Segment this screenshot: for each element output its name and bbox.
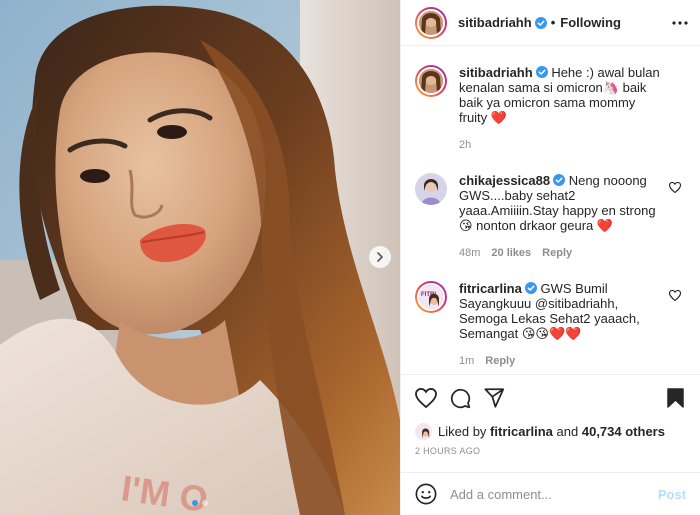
comment-composer: Post	[401, 472, 700, 515]
commenter-username[interactable]: fitricarlina	[459, 281, 522, 296]
chevron-right-icon	[377, 252, 383, 262]
more-horizontal-icon	[672, 20, 688, 25]
carousel-dot-active	[192, 500, 198, 506]
commenter-avatar[interactable]	[415, 173, 447, 205]
heart-outline-icon	[668, 181, 682, 194]
more-options-button[interactable]	[672, 20, 688, 25]
post-media[interactable]: I'M O	[0, 0, 400, 515]
avatar-image	[419, 10, 443, 35]
reply-button[interactable]: Reply	[542, 246, 572, 261]
caption-avatar[interactable]	[415, 65, 447, 97]
reply-button[interactable]: Reply	[485, 354, 515, 369]
caption-username[interactable]: sitibadriahh	[459, 65, 533, 80]
author-avatar[interactable]	[415, 6, 447, 39]
bookmark-filled-icon	[667, 388, 684, 408]
liker-username[interactable]: fitricarlina	[490, 424, 553, 439]
post-side-panel: sitibadriahh • Following sitibadriahh He…	[400, 0, 700, 515]
liker-avatar[interactable]	[415, 423, 432, 440]
like-comment-button[interactable]	[668, 181, 682, 196]
carousel-dot	[202, 500, 208, 506]
likes-summary: Liked by fitricarlina and 40,734 others	[415, 423, 684, 440]
verified-badge-icon	[534, 16, 547, 29]
paper-plane-icon	[484, 388, 505, 408]
comment-likes[interactable]: 20 likes	[491, 246, 531, 261]
comment-input[interactable]	[450, 486, 658, 502]
comment-item: chikajessica88 Neng nooong GWS....baby s…	[415, 173, 686, 261]
post-header: sitibadriahh • Following	[401, 0, 700, 46]
post-comment-button[interactable]: Post	[658, 487, 686, 502]
like-button[interactable]	[415, 388, 437, 408]
caption-time[interactable]: 2h	[459, 138, 471, 153]
likes-prefix: Liked by	[438, 424, 487, 439]
likes-middle: and	[556, 424, 579, 439]
comment-time[interactable]: 1m	[459, 354, 474, 369]
smiley-icon	[415, 483, 437, 505]
comments-section[interactable]: sitibadriahh Hehe :) awal bulan kenalan …	[401, 47, 700, 373]
comment-icon	[450, 388, 471, 408]
post-photo: I'M O	[0, 0, 400, 515]
post-timestamp[interactable]: 2 HOURS AGO	[415, 446, 480, 456]
author-username[interactable]: sitibadriahh	[458, 15, 532, 30]
heart-outline-icon	[668, 289, 682, 302]
share-button[interactable]	[484, 388, 505, 408]
carousel-indicator	[0, 500, 400, 506]
post-actions: Liked by fitricarlina and 40,734 others	[401, 374, 700, 444]
header-separator: •	[550, 15, 556, 30]
emoji-button[interactable]	[415, 483, 437, 505]
likes-others-link[interactable]: 40,734 others	[582, 424, 665, 439]
verified-badge-icon	[535, 66, 548, 78]
following-button[interactable]: Following	[560, 15, 621, 30]
heart-icon	[415, 388, 437, 408]
carousel-next-button[interactable]	[369, 246, 391, 268]
like-comment-button[interactable]	[668, 289, 682, 304]
commenter-username[interactable]: chikajessica88	[459, 173, 550, 188]
caption: sitibadriahh Hehe :) awal bulan kenalan …	[415, 65, 686, 153]
comment-time[interactable]: 48m	[459, 246, 480, 261]
verified-badge-icon	[524, 282, 537, 294]
save-button[interactable]	[667, 388, 684, 408]
comment-button[interactable]	[450, 388, 471, 409]
verified-badge-icon	[553, 174, 566, 186]
commenter-avatar[interactable]: FITRI	[415, 281, 447, 313]
comment-item: FITRI fitricarlina GWS Bumil Sayangkuuu …	[415, 281, 686, 369]
